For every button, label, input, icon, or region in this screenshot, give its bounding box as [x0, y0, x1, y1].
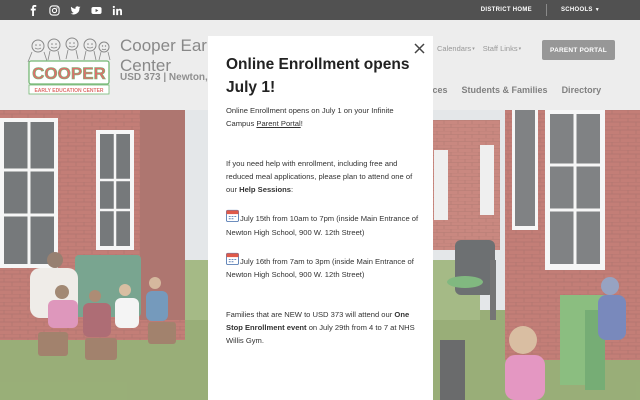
top-nav: DISTRICT HOME SCHOOLS ▼ — [467, 0, 614, 20]
session-1-text: July 15th from 10am to 7pm (inside Main … — [226, 214, 419, 237]
intro-text: Online Enrollment opens on July 1 on you… — [226, 106, 394, 129]
schools-label: SCHOOLS — [560, 7, 593, 13]
new-families-text: Families that are NEW to USD 373 will at… — [226, 309, 395, 319]
youtube-icon[interactable] — [91, 5, 102, 16]
modal-title: Online Enrollment opens July 1! — [226, 56, 410, 96]
enrollment-modal: Online Enrollment opens July 1! Online E… — [208, 36, 433, 400]
help-paragraph: If you need help with enrollment, includ… — [226, 157, 422, 197]
caret-down-icon: ▼ — [594, 7, 600, 13]
calendar-icon — [226, 210, 239, 223]
intro-suffix: ! — [300, 119, 303, 129]
session-2: July 16th from 7am to 3pm (inside Main E… — [226, 252, 422, 282]
instagram-icon[interactable] — [49, 4, 60, 16]
top-utility-bar: DISTRICT HOME SCHOOLS ▼ — [0, 0, 640, 20]
parent-portal-link[interactable]: Parent Portal — [256, 119, 300, 128]
calendar-icon — [226, 253, 239, 266]
linkedin-icon[interactable] — [112, 5, 123, 16]
district-home-link[interactable]: DISTRICT HOME — [467, 7, 546, 13]
facebook-icon[interactable] — [28, 4, 39, 16]
social-links — [28, 0, 123, 20]
help-suffix: : — [291, 185, 294, 195]
twitter-icon[interactable] — [70, 5, 81, 16]
session-1: July 15th from 10am to 7pm (inside Main … — [226, 209, 422, 239]
schools-dropdown[interactable]: SCHOOLS ▼ — [547, 7, 614, 13]
help-sessions-bold: Help Sessions — [239, 185, 292, 195]
session-2-text: July 16th from 7am to 3pm (inside Main E… — [226, 257, 414, 280]
modal-body: Online Enrollment opens on July 1 on you… — [226, 104, 422, 348]
close-icon — [413, 42, 425, 54]
intro-paragraph: Online Enrollment opens on July 1 on you… — [226, 104, 422, 131]
new-families-paragraph: Families that are NEW to USD 373 will at… — [226, 308, 422, 348]
